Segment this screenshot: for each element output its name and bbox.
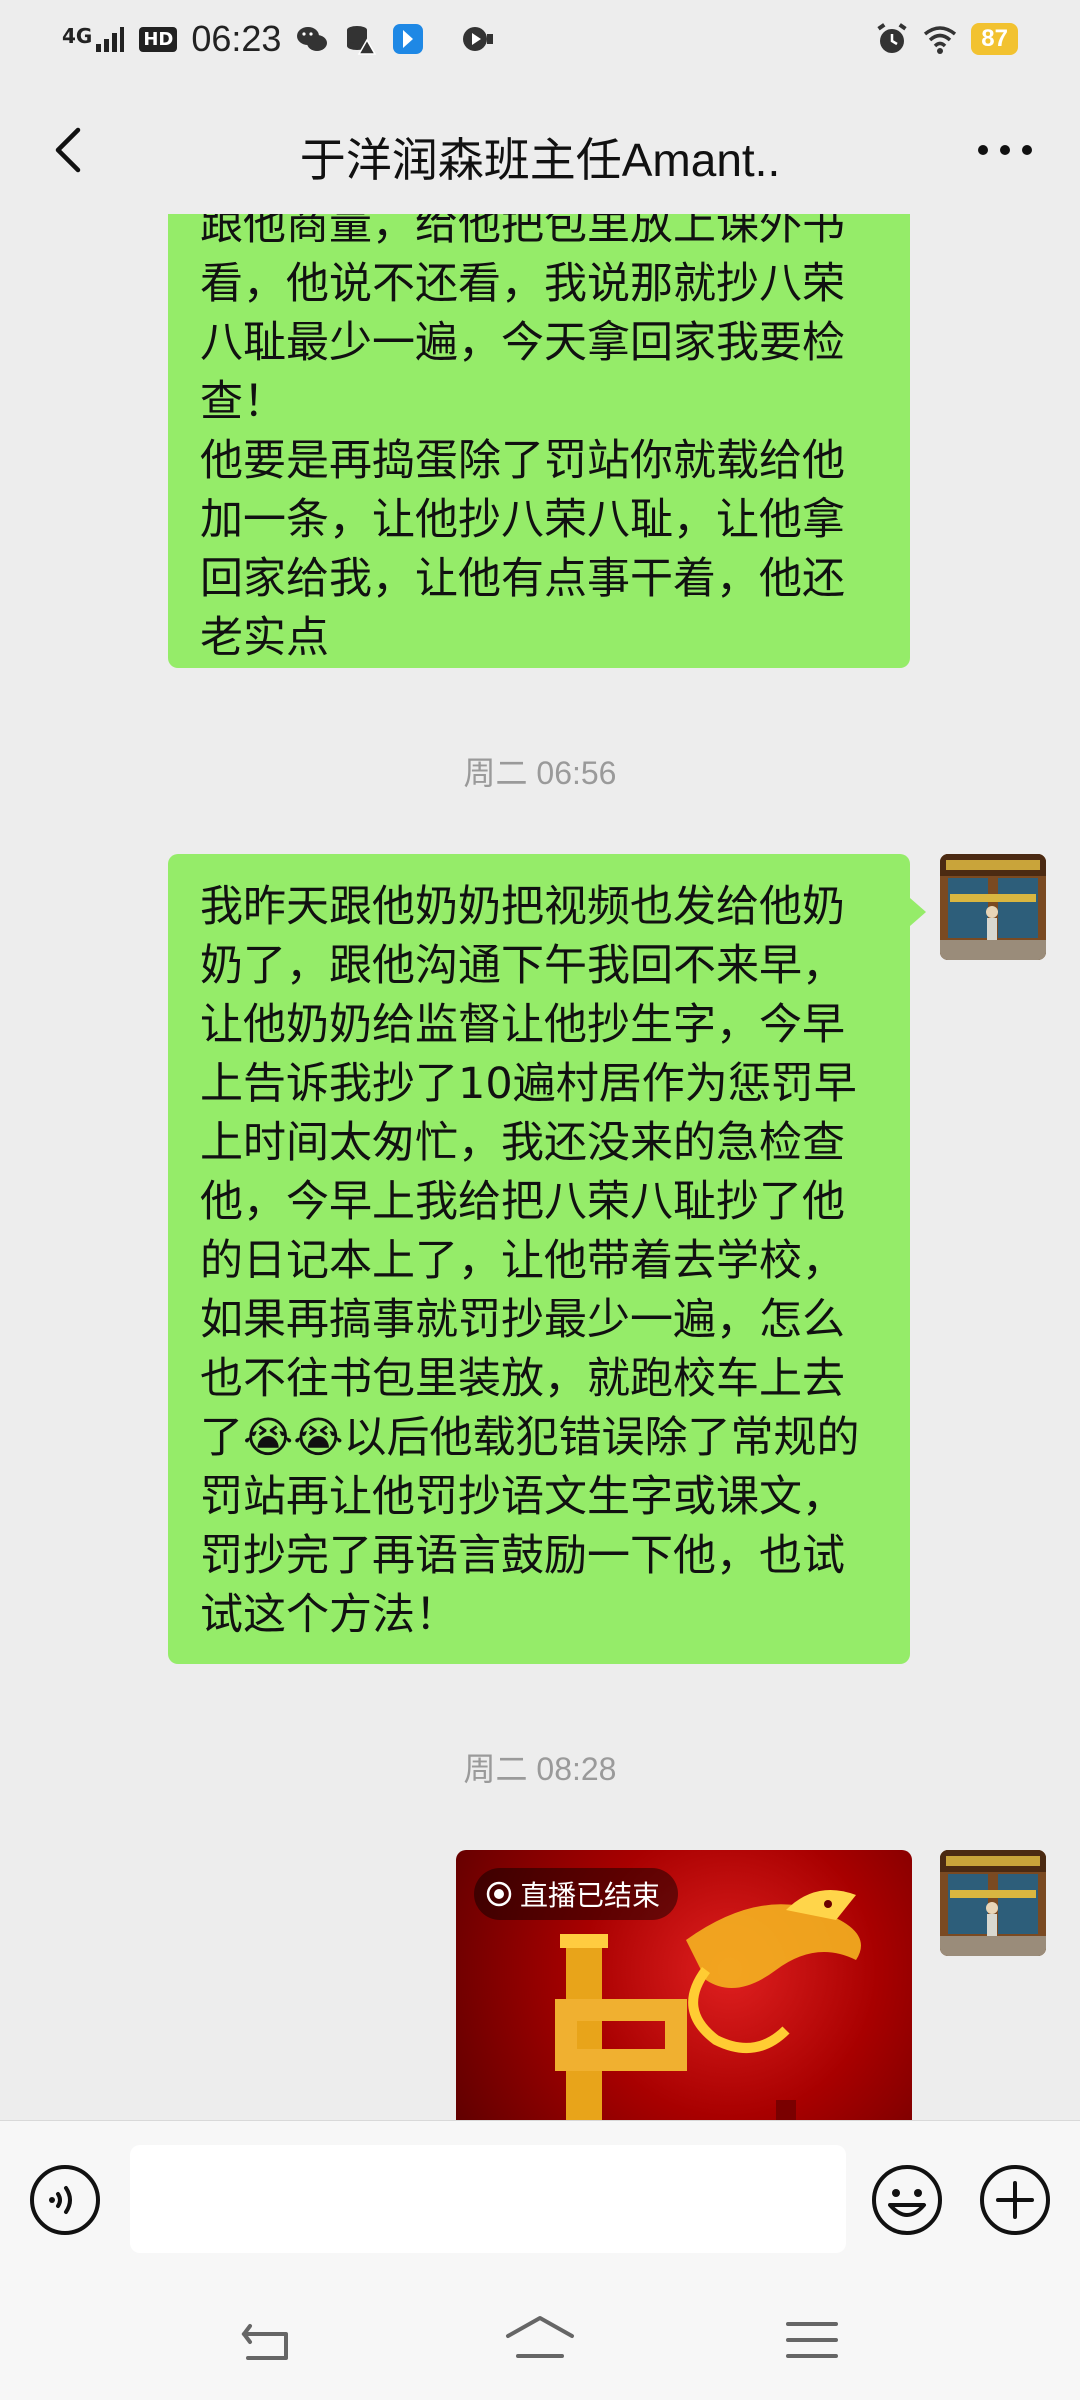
hd-icon: HD (139, 26, 178, 52)
alarm-icon (877, 23, 907, 53)
status-right: 87 (875, 22, 1018, 56)
system-menu-icon[interactable] (780, 2312, 844, 2368)
emoji-icon[interactable] (870, 2163, 944, 2237)
more-options-icon[interactable] (970, 120, 1040, 180)
input-bar (0, 2120, 1080, 2281)
message-timestamp: 周二 08:28 (463, 1751, 617, 1787)
system-navigation-bar (0, 2280, 1080, 2400)
voice-input-icon[interactable] (28, 2163, 102, 2237)
add-attachment-icon[interactable] (978, 2163, 1052, 2237)
signal-icon: 4G (62, 24, 125, 54)
message-input[interactable] (130, 2145, 846, 2253)
chat-header: 于洋润森班主任Amant.. (0, 84, 1080, 214)
live-status-badge: 直播已结束 (474, 1868, 679, 1920)
status-time: 06:23 (191, 18, 282, 59)
live-status-label: 直播已结束 (520, 1879, 661, 1912)
message-bubble[interactable]: 跟他商量，给他把包里放上课外书看，他说不还看，我说那就抄八荣八耻最少一遍，今天拿… (168, 214, 910, 668)
app-notification-icon (393, 24, 424, 54)
message-timestamp: 周二 06:56 (463, 755, 617, 791)
live-stream-card[interactable]: 直播已结束 (456, 1850, 912, 2120)
wechat-icon (297, 27, 328, 51)
status-left: 4G HD 06:23 (62, 18, 495, 60)
chat-messages[interactable]: 跟他商量，给他把包里放上课外书看，他说不还看，我说那就抄八荣八耻最少一遍，今天拿… (0, 214, 1080, 2120)
bubble-tail (910, 898, 926, 926)
live-record-icon (486, 1881, 512, 1907)
video-record-icon (463, 27, 494, 51)
status-bar: 4G HD 06:23 87 (0, 0, 1080, 84)
message-bubble[interactable]: 我昨天跟他奶奶把视频也发给他奶奶了，跟他沟通下午我回不来早，让他奶奶给监督让他抄… (168, 854, 910, 1664)
avatar[interactable] (940, 1850, 1046, 1956)
battery-indicator: 87 (971, 23, 1018, 55)
system-back-icon[interactable] (236, 2312, 300, 2368)
avatar-image (940, 854, 1046, 960)
wifi-icon (924, 26, 957, 54)
storage-warning-icon (347, 26, 377, 55)
avatar-image (940, 1850, 1046, 1956)
chat-title[interactable]: 于洋润森班主任Amant.. (0, 124, 1080, 190)
system-home-icon[interactable] (504, 2312, 576, 2368)
network-label: 4G (62, 24, 93, 48)
avatar[interactable] (940, 854, 1046, 960)
